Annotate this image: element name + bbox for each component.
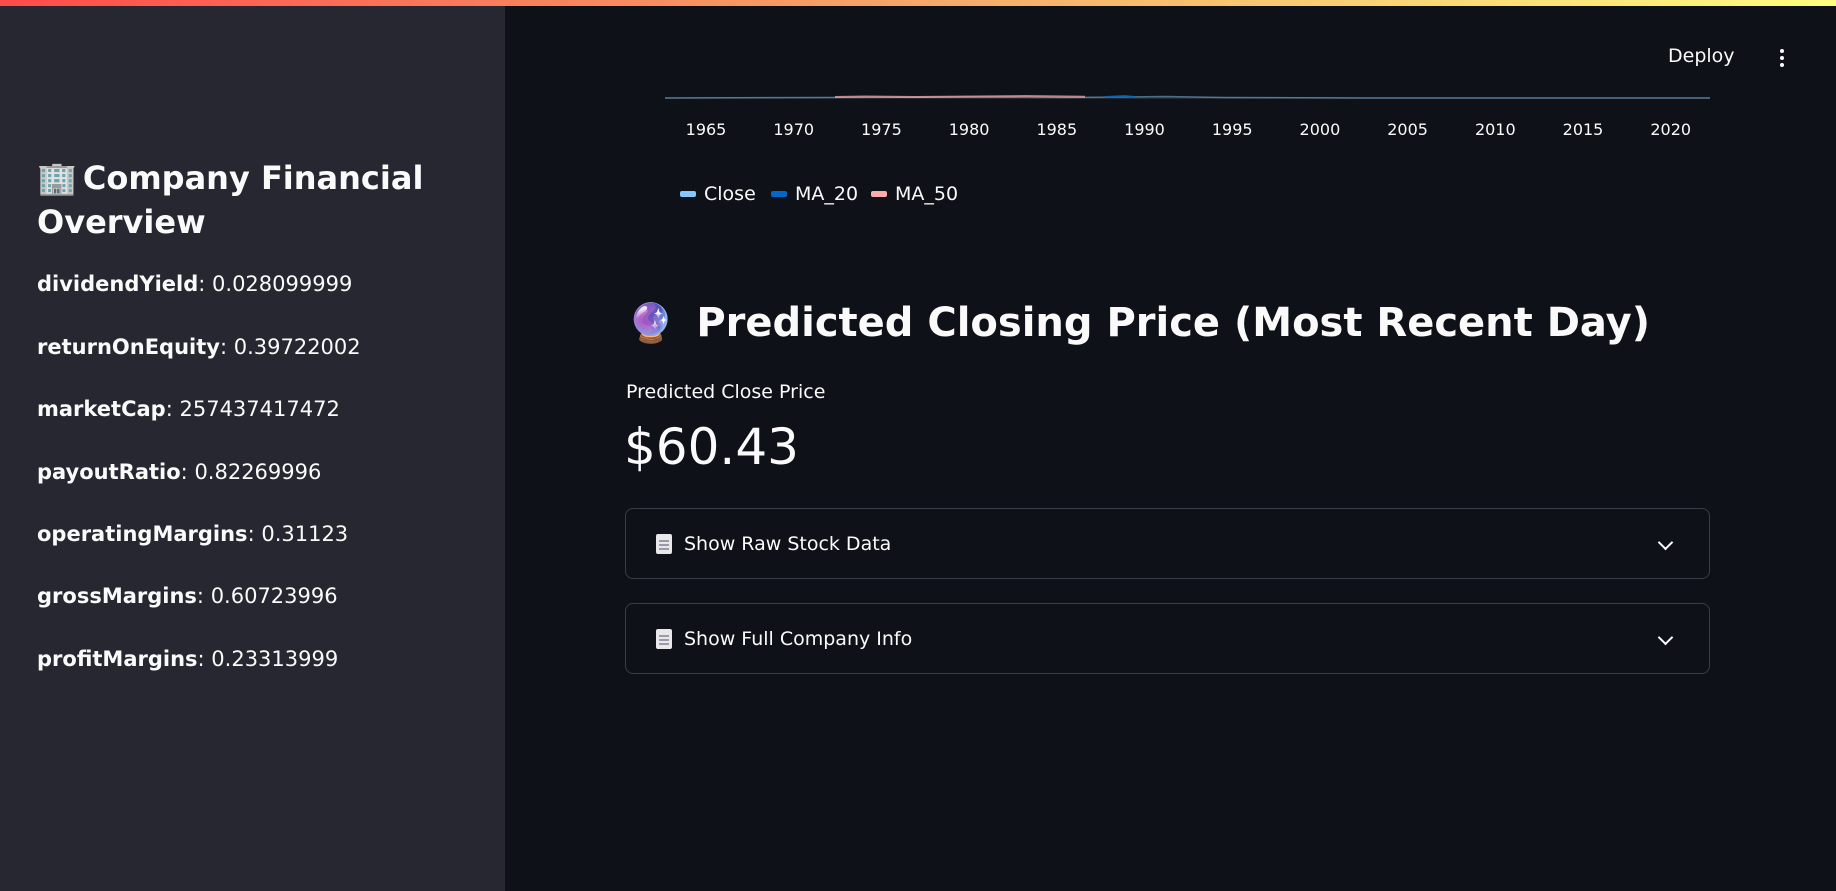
crystal-ball-icon: 🔮 (627, 300, 675, 345)
x-tick-label: 1995 (1211, 120, 1253, 139)
sidebar-metric-grossMargins: grossMargins: 0.60723996 (37, 584, 338, 608)
sidebar-metric-payoutRatio: payoutRatio: 0.82269996 (37, 460, 321, 484)
x-tick-label: 1965 (685, 120, 727, 139)
x-tick-label: 2000 (1299, 120, 1341, 139)
document-icon (656, 533, 672, 554)
predicted-close-label: Predicted Close Price (626, 381, 826, 403)
sidebar-metric-returnOnEquity: returnOnEquity: 0.39722002 (37, 335, 361, 359)
metric-key: payoutRatio (37, 460, 181, 484)
metric-separator: : (198, 272, 213, 296)
legend-label: Close (704, 183, 756, 205)
metric-value: 0.31123 (261, 522, 349, 546)
metric-value: 257437417472 (179, 397, 340, 421)
metric-key: profitMargins (37, 647, 198, 671)
chevron-down-icon (1657, 629, 1674, 646)
legend-item-close[interactable]: Close (680, 183, 756, 205)
metric-key: marketCap (37, 397, 166, 421)
expander-raw-stock-data[interactable]: Show Raw Stock Data (625, 508, 1710, 579)
office-building-icon: 🏢 (37, 159, 77, 197)
legend-swatch (771, 191, 787, 197)
prediction-heading-text: Predicted Closing Price (Most Recent Day… (696, 300, 1651, 346)
metric-separator: : (180, 460, 195, 484)
metric-value: 0.23313999 (211, 647, 339, 671)
metric-key: operatingMargins (37, 522, 248, 546)
metric-key: returnOnEquity (37, 335, 220, 359)
metric-value: 0.60723996 (210, 584, 338, 608)
sidebar-title: 🏢 Company Financial Overview (37, 156, 477, 244)
series-line-ma20 (1104, 94, 1136, 98)
series-line-ma50 (834, 94, 1086, 99)
sidebar-metric-dividendYield: dividendYield: 0.028099999 (37, 272, 352, 296)
metric-separator: : (197, 647, 212, 671)
legend-swatch (680, 191, 696, 197)
x-tick-label: 1975 (861, 120, 902, 139)
kebab-menu-icon[interactable] (1772, 44, 1792, 72)
expander-label: Show Raw Stock Data (684, 532, 892, 555)
document-icon (656, 628, 672, 649)
legend-label: MA_20 (795, 183, 859, 205)
metric-separator: : (219, 335, 234, 359)
metric-value: 0.028099999 (212, 272, 353, 296)
expander-label: Show Full Company Info (684, 627, 913, 650)
x-tick-label: 1980 (948, 120, 990, 139)
x-tick-label: 1970 (773, 120, 815, 139)
sidebar-metric-operatingMargins: operatingMargins: 0.31123 (37, 522, 348, 546)
legend-swatch (871, 191, 887, 197)
metric-value: 0.39722002 (233, 335, 361, 359)
x-tick-label: 2005 (1387, 120, 1428, 139)
metric-value: 0.82269996 (194, 460, 322, 484)
legend-item-ma_50[interactable]: MA_50 (871, 183, 958, 205)
x-tick-label: 1985 (1036, 120, 1078, 139)
metric-separator: : (247, 522, 262, 546)
sidebar: 🏢 Company Financial Overview (0, 6, 505, 891)
top-decoration-bar (0, 0, 1836, 6)
x-tick-label: 2020 (1650, 120, 1692, 139)
x-tick-label: 1990 (1124, 120, 1165, 139)
x-tick-label: 2010 (1474, 120, 1516, 139)
x-tick-label: 2015 (1562, 120, 1604, 139)
expander-full-company-info[interactable]: Show Full Company Info (625, 603, 1710, 674)
metric-key: dividendYield (37, 272, 199, 296)
prediction-heading: 🔮 Predicted Closing Price (Most Recent D… (627, 300, 1650, 346)
chart-plot-area-remnant (665, 94, 1710, 99)
sidebar-metric-profitMargins: profitMargins: 0.23313999 (37, 647, 338, 671)
chevron-down-icon (1657, 534, 1674, 551)
predicted-close-value: $60.43 (624, 418, 799, 476)
metric-key: grossMargins (37, 584, 197, 608)
sidebar-title-text: Company Financial Overview (37, 159, 424, 241)
metric-separator: : (196, 584, 211, 608)
legend-label: MA_50 (895, 183, 959, 205)
legend-item-ma_20[interactable]: MA_20 (771, 183, 858, 205)
deploy-button[interactable]: Deploy (1668, 45, 1735, 67)
metric-separator: : (165, 397, 180, 421)
sidebar-metric-marketCap: marketCap: 257437417472 (37, 397, 340, 421)
